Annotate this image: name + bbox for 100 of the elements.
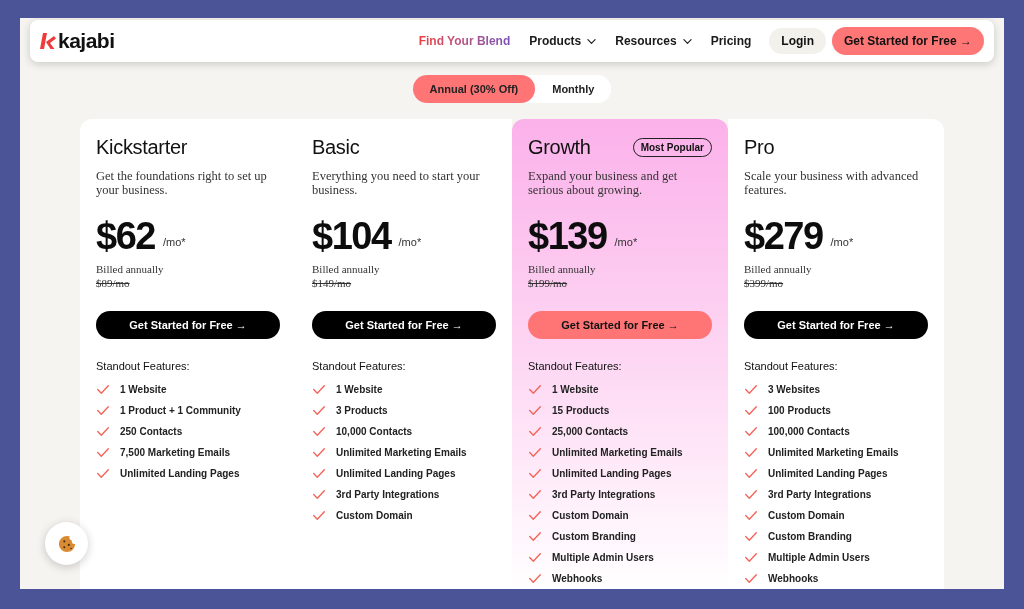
check-icon bbox=[745, 406, 757, 415]
features-heading: Standout Features: bbox=[312, 359, 406, 374]
check-icon bbox=[745, 532, 757, 541]
plan-price: $104 bbox=[312, 218, 391, 254]
plan-name: Basic bbox=[312, 135, 360, 159]
feature-item: 7,500 Marketing Emails bbox=[120, 446, 231, 460]
check-icon bbox=[529, 406, 541, 415]
price-period: /mo* bbox=[162, 234, 186, 250]
get-started-button[interactable]: Get Started for Free → bbox=[96, 311, 280, 339]
check-icon bbox=[313, 448, 325, 457]
get-started-button[interactable]: Get Started for Free → bbox=[744, 311, 928, 339]
feature-item: 1 Product + 1 Community bbox=[120, 404, 241, 418]
feature-item: Unlimited Marketing Emails bbox=[552, 446, 683, 460]
feature-item: Custom Domain bbox=[336, 509, 413, 523]
features-heading: Standout Features: bbox=[528, 359, 622, 374]
feature-item: 1 Website bbox=[336, 383, 383, 397]
plan-name: Pro bbox=[744, 135, 775, 159]
check-icon bbox=[745, 574, 757, 583]
feature-item: Unlimited Marketing Emails bbox=[768, 446, 899, 460]
check-icon bbox=[745, 427, 757, 436]
feature-item: Unlimited Marketing Emails bbox=[336, 446, 467, 460]
billing-note: Billed annually bbox=[528, 262, 596, 276]
price-period: /mo* bbox=[830, 234, 854, 250]
check-icon bbox=[745, 469, 757, 478]
billing-note: Billed annually bbox=[96, 262, 164, 276]
original-price: $89/mo bbox=[96, 276, 130, 290]
original-price: $149/mo bbox=[312, 276, 352, 290]
plan-price: $279 bbox=[744, 218, 823, 254]
check-icon bbox=[745, 385, 757, 394]
features-heading: Standout Features: bbox=[96, 359, 190, 374]
check-icon bbox=[313, 427, 325, 436]
check-icon bbox=[529, 553, 541, 562]
check-icon bbox=[529, 448, 541, 457]
plan-name: Growth bbox=[528, 135, 591, 159]
check-icon bbox=[529, 574, 541, 583]
check-icon bbox=[313, 385, 325, 394]
nav-dropdown[interactable]: Resources bbox=[615, 32, 692, 50]
check-icon bbox=[313, 469, 325, 478]
feature-item: Unlimited Landing Pages bbox=[768, 467, 888, 481]
feature-item: Multiple Admin Users bbox=[768, 551, 870, 565]
feature-item: Multiple Admin Users bbox=[552, 551, 654, 565]
feature-item: 3 Websites bbox=[768, 383, 821, 397]
feature-item: Custom Domain bbox=[552, 509, 629, 523]
plan-price: $139 bbox=[528, 218, 607, 254]
check-icon bbox=[97, 469, 109, 478]
feature-item: 100,000 Contacts bbox=[768, 425, 850, 439]
check-icon bbox=[529, 385, 541, 394]
check-icon bbox=[97, 406, 109, 415]
chevron-down-icon bbox=[587, 38, 597, 44]
feature-item: Custom Branding bbox=[768, 530, 852, 544]
check-icon bbox=[745, 511, 757, 520]
features-heading: Standout Features: bbox=[744, 359, 838, 374]
feature-item: 1 Website bbox=[552, 383, 599, 397]
original-price: $199/mo bbox=[528, 276, 568, 290]
cookie-icon bbox=[57, 534, 76, 553]
check-icon bbox=[529, 490, 541, 499]
check-icon bbox=[529, 511, 541, 520]
feature-item: Custom Branding bbox=[552, 530, 636, 544]
nav-dropdown[interactable]: Products bbox=[529, 32, 597, 50]
feature-item: Webhooks bbox=[552, 572, 603, 586]
feature-item: Custom Domain bbox=[768, 509, 845, 523]
logo-text: kajabi bbox=[58, 29, 115, 53]
plan-name: Kickstarter bbox=[96, 135, 188, 159]
feature-item: Webhooks bbox=[768, 572, 819, 586]
plan-description: Expand your business and get serious about growing. bbox=[528, 169, 679, 197]
billing-option[interactable]: Annual (30% Off) bbox=[412, 75, 536, 103]
get-started-button[interactable]: Get Started for Free → bbox=[831, 27, 984, 55]
chevron-down-icon bbox=[682, 38, 692, 44]
feature-item: 3rd Party Integrations bbox=[336, 488, 440, 502]
feature-item: 100 Products bbox=[768, 404, 831, 418]
check-icon bbox=[97, 385, 109, 394]
feature-item: 25,000 Contacts bbox=[552, 425, 629, 439]
feature-item: Unlimited Landing Pages bbox=[336, 467, 456, 481]
check-icon bbox=[313, 511, 325, 520]
check-icon bbox=[97, 427, 109, 436]
billing-note: Billed annually bbox=[744, 262, 812, 276]
feature-item: 3rd Party Integrations bbox=[552, 488, 656, 502]
billing-note: Billed annually bbox=[312, 262, 380, 276]
get-started-button[interactable]: Get Started for Free → bbox=[312, 311, 496, 339]
cookie-button[interactable] bbox=[45, 522, 88, 565]
plan-description: Scale your business with advanced features. bbox=[744, 169, 920, 197]
feature-item: 15 Products bbox=[552, 404, 610, 418]
logo-mark-icon bbox=[40, 33, 56, 49]
check-icon bbox=[529, 427, 541, 436]
check-icon bbox=[745, 553, 757, 562]
feature-item: 1 Website bbox=[120, 383, 167, 397]
plan-description: Get the foundations right to set up your business. bbox=[96, 169, 268, 197]
original-price: $399/mo bbox=[744, 276, 784, 290]
feature-item: 3 Products bbox=[336, 404, 388, 418]
get-started-button[interactable]: Get Started for Free → bbox=[528, 311, 712, 339]
check-icon bbox=[529, 532, 541, 541]
feature-item: Unlimited Landing Pages bbox=[552, 467, 672, 481]
nav-link[interactable]: Pricing bbox=[710, 32, 752, 50]
plan-description: Everything you need to start your business. bbox=[312, 169, 481, 197]
login-button[interactable]: Login bbox=[769, 28, 826, 54]
feature-item: 10,000 Contacts bbox=[336, 425, 413, 439]
feature-item: 250 Contacts bbox=[120, 425, 183, 439]
check-icon bbox=[745, 448, 757, 457]
feature-item: 3rd Party Integrations bbox=[768, 488, 872, 502]
plan-price: $62 bbox=[96, 218, 155, 254]
